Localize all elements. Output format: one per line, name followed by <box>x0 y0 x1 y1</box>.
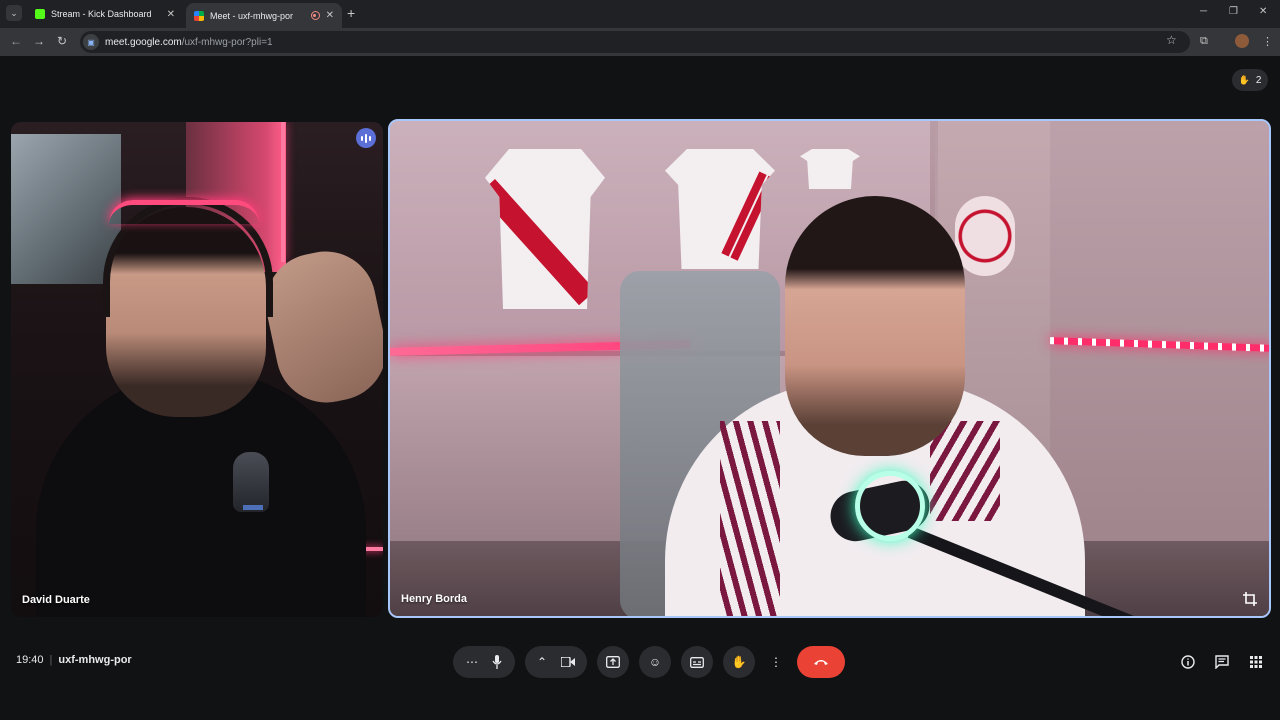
forward-icon[interactable]: → <box>33 34 45 48</box>
led-strip <box>281 122 285 262</box>
participant-name: David Duarte <box>22 594 90 606</box>
mic-control[interactable]: ⋯ <box>453 646 515 678</box>
more-vert-icon[interactable]: ⋮ <box>1262 35 1273 48</box>
club-crest <box>955 196 1015 276</box>
tab-search-button[interactable]: ⌄ <box>6 5 22 21</box>
shirt-stripes <box>720 421 780 616</box>
chevron-up-icon[interactable]: ⌃ <box>537 655 547 669</box>
participants-chip[interactable]: ✋ 2 <box>1232 69 1268 91</box>
camera-icon[interactable] <box>561 657 576 667</box>
shirt-logo-text <box>243 505 263 510</box>
close-icon[interactable]: ✕ <box>167 9 175 20</box>
minimize-icon[interactable]: ─ <box>1200 6 1207 17</box>
participant-name: Henry Borda <box>401 593 468 605</box>
chat-button[interactable] <box>1214 654 1230 670</box>
reactions-button[interactable]: ☺ <box>639 646 671 678</box>
tab-title: Meet - uxf-mhwg-por <box>210 10 294 21</box>
more-horiz-icon[interactable]: ⋯ <box>466 655 478 669</box>
browser-tab-bar: ⌄ Stream - Kick Dashboard ✕ Meet - uxf-m… <box>0 0 1280 28</box>
reload-icon[interactable]: ↻ <box>57 34 67 48</box>
extensions-icon[interactable]: ⧉ <box>1200 35 1208 48</box>
hand-icon: ✋ <box>731 655 747 669</box>
chat-icon <box>1215 655 1229 669</box>
raise-hand-button[interactable]: ✋ <box>723 646 755 678</box>
headset-glow <box>109 200 259 224</box>
shirt-stripes <box>930 421 1000 521</box>
speaking-indicator-icon <box>356 128 376 148</box>
emoji-icon: ☺ <box>648 655 662 669</box>
url-host: meet.google.com <box>105 36 182 48</box>
meet-favicon-icon <box>194 10 204 21</box>
restore-icon[interactable]: ❐ <box>1229 6 1238 17</box>
close-icon[interactable]: ✕ <box>326 10 334 21</box>
leave-call-button[interactable] <box>797 646 845 678</box>
avatar[interactable] <box>1235 34 1249 48</box>
close-window-icon[interactable]: ✕ <box>1259 6 1267 17</box>
camera-control[interactable]: ⌃ <box>525 646 587 678</box>
hanging-jersey <box>485 149 605 309</box>
browser-toolbar: ← → ↻ ▣ meet.google.com /uxf-mhwg-por?pl… <box>0 28 1280 56</box>
more-vert-icon: ⋮ <box>770 655 782 669</box>
more-options-button[interactable]: ⋮ <box>765 646 787 678</box>
tab-kick-dashboard[interactable]: Stream - Kick Dashboard ✕ <box>27 3 183 25</box>
back-icon[interactable]: ← <box>10 34 22 48</box>
call-controls: ⋯ ⌃ ☺ ✋ ⋮ <box>453 646 845 678</box>
participant-head <box>785 196 965 456</box>
new-tab-button[interactable]: + <box>347 5 355 21</box>
participants-count: 2 <box>1255 74 1262 86</box>
shirt-logo <box>233 452 269 512</box>
site-info-icon[interactable]: ▣ <box>83 34 99 50</box>
meeting-details-button[interactable] <box>1180 654 1196 670</box>
activities-button[interactable] <box>1248 654 1264 670</box>
crop-icon[interactable] <box>1243 592 1257 606</box>
hanging-jersey <box>665 149 775 269</box>
kick-favicon-icon <box>35 9 45 19</box>
meeting-info: 19:40 | uxf-mhwg-por <box>16 654 132 666</box>
bookmark-star-icon[interactable]: ☆ <box>1166 33 1177 47</box>
clock-time: 19:40 <box>16 654 44 666</box>
participant-tile-henry[interactable]: Henry Borda <box>388 119 1271 618</box>
raised-hand-icon: ✋ <box>1238 74 1250 85</box>
tab-title: Stream - Kick Dashboard <box>51 9 152 19</box>
captions-button[interactable] <box>681 646 713 678</box>
participant-tile-david[interactable]: David Duarte <box>11 122 383 617</box>
present-screen-button[interactable] <box>597 646 629 678</box>
info-icon <box>1181 655 1195 669</box>
meeting-code: uxf-mhwg-por <box>58 654 132 666</box>
tab-meet[interactable]: Meet - uxf-mhwg-por ✕ <box>186 3 342 28</box>
apps-grid-icon <box>1250 656 1262 668</box>
address-bar[interactable]: ▣ meet.google.com /uxf-mhwg-por?pli=1 ☆ <box>80 31 1190 53</box>
mic-ring <box>855 471 925 541</box>
present-icon <box>606 656 620 668</box>
divider: | <box>49 654 53 666</box>
url-path: /uxf-mhwg-por?pli=1 <box>181 36 273 48</box>
hanging-jersey <box>800 149 860 189</box>
side-panel-buttons <box>1180 654 1264 670</box>
meet-stage: ✋ 2 David Duarte Henry Borda 19:40 | uxf… <box>0 57 1280 720</box>
recording-icon <box>310 11 320 20</box>
captions-icon <box>690 656 704 668</box>
hang-up-icon <box>814 660 828 665</box>
mic-icon[interactable] <box>492 655 502 669</box>
